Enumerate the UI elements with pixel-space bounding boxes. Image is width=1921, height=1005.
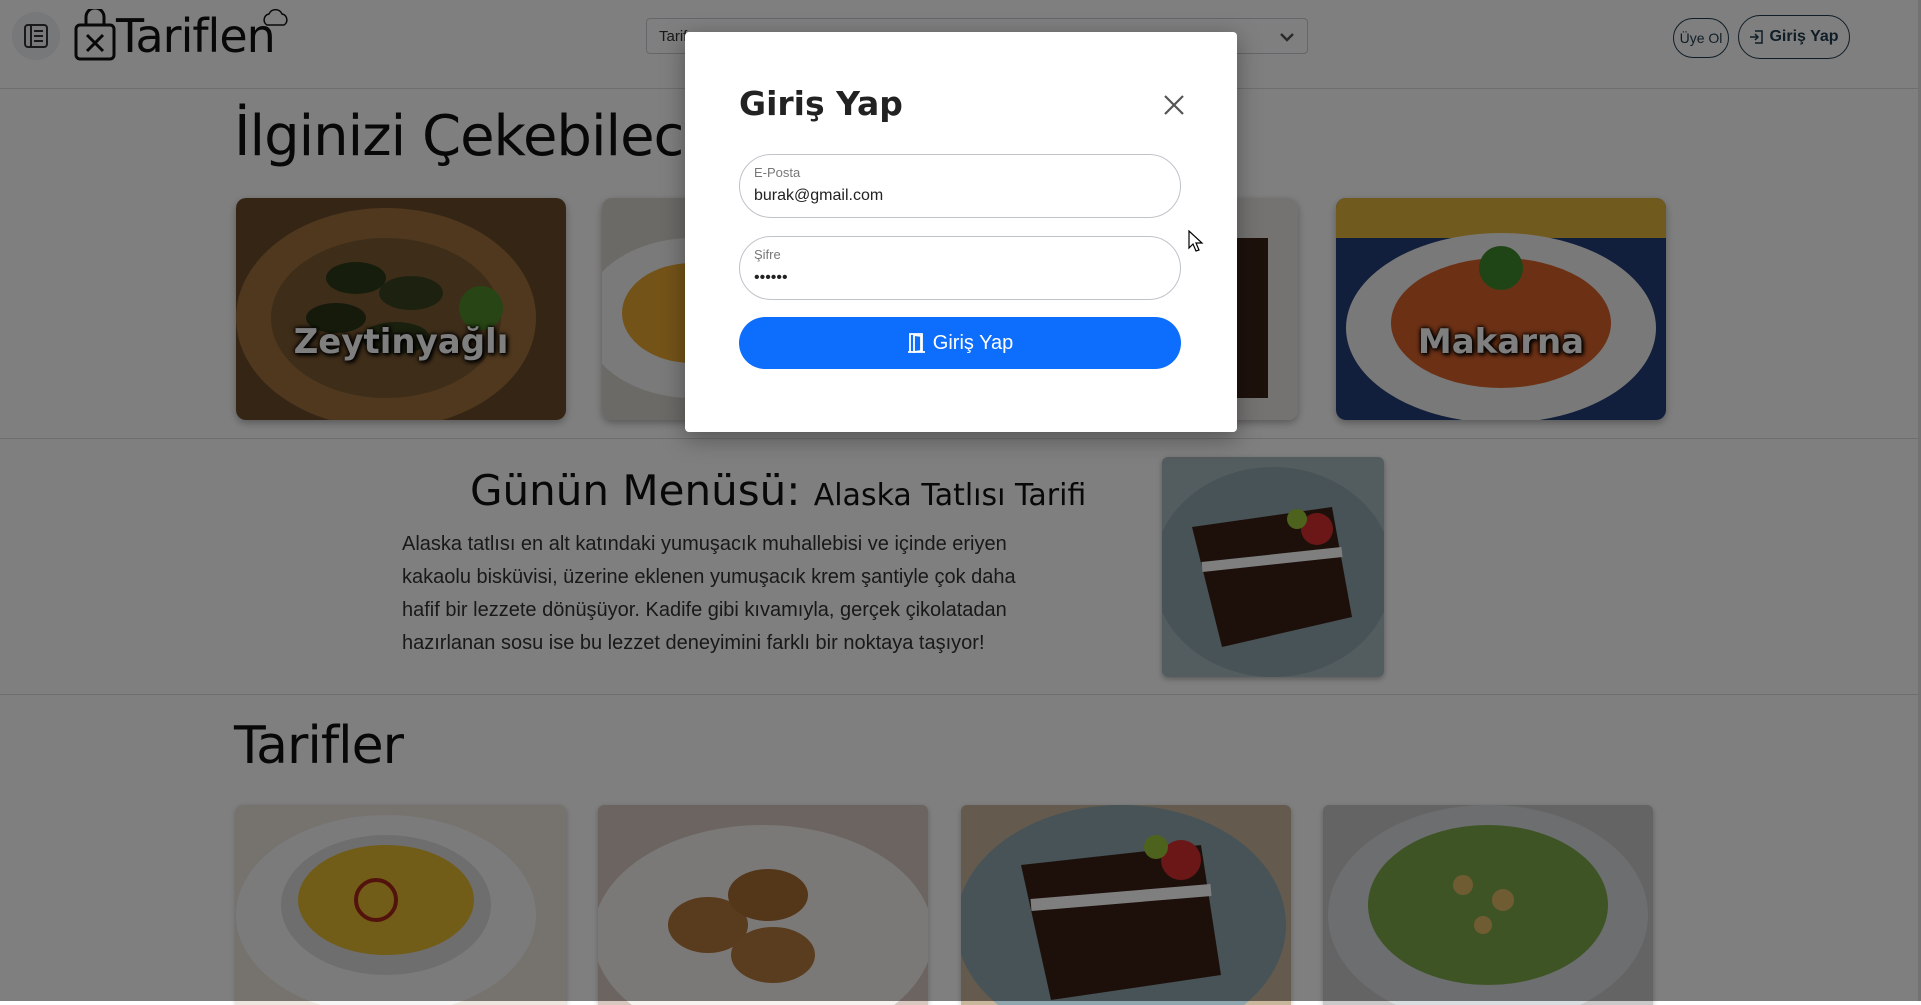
email-value: burak@gmail.com [754,187,884,204]
password-label: Şifre [754,247,781,262]
login-modal: Giriş Yap E-Posta burak@gmail.com Şifre … [685,32,1237,432]
email-field[interactable]: E-Posta burak@gmail.com [739,154,1181,218]
password-value: •••••• [754,269,788,286]
close-button[interactable] [1161,92,1187,118]
submit-login-button[interactable]: Giriş Yap [739,317,1181,369]
mouse-cursor-icon [1188,230,1204,252]
email-label: E-Posta [754,165,801,180]
password-field[interactable]: Şifre •••••• [739,236,1181,300]
modal-title: Giriş Yap [739,84,903,123]
close-icon [1164,95,1184,115]
submit-label: Giriş Yap [932,331,1014,354]
door-icon [907,333,925,354]
